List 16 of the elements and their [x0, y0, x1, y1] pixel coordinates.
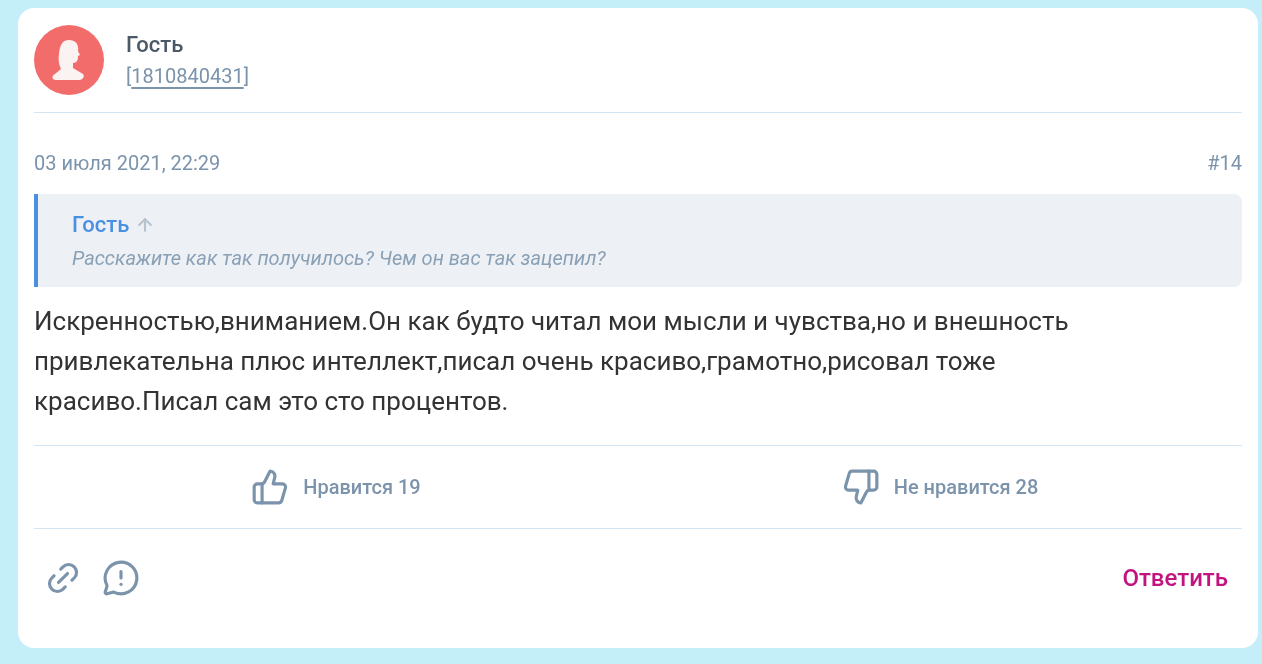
- reply-button[interactable]: Ответить: [1122, 560, 1242, 596]
- author-name: Гость: [126, 30, 185, 59]
- person-icon: [52, 38, 86, 82]
- user-id-link[interactable]: 1810840431: [131, 64, 244, 90]
- thumbs-down-icon: [841, 468, 880, 506]
- like-button[interactable]: Нравится 19: [34, 446, 638, 528]
- report-icon[interactable]: [102, 559, 140, 597]
- comment-text: Искренностью,вниманием.Он как будто читал мои мысли и чувства,но и внешность привлекательна плюс интеллект,писал очень красиво,грамотно,рисовал тоже красиво.Писал сам это сто процентов.: [34, 305, 1070, 418]
- bracket: ]: [243, 64, 250, 90]
- quote-text: Расскажите как так получилось? Чем он вас так зацепил?: [72, 245, 607, 272]
- post-number: #14: [1207, 150, 1242, 177]
- quote-author[interactable]: Гость: [72, 208, 130, 241]
- bracket: [: [126, 64, 132, 90]
- thumbs-up-icon: [251, 468, 290, 506]
- post-date: 03 июля 2021, 22:29: [34, 150, 221, 177]
- dislike-button[interactable]: Не нравится 28: [638, 446, 1242, 528]
